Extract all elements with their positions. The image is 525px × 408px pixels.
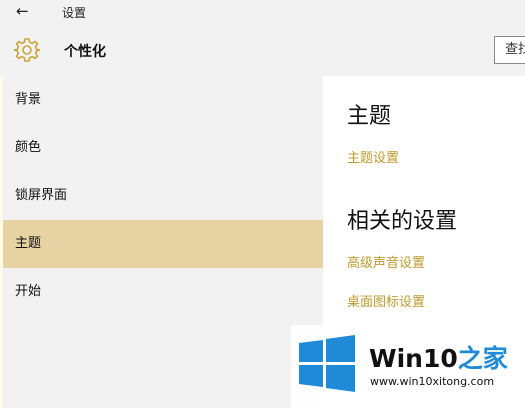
windows-logo-icon: [299, 335, 355, 392]
gear-icon: [13, 38, 41, 62]
advanced-sound-settings-link[interactable]: 高级声音设置: [347, 252, 425, 271]
title-bar: ← 设置: [0, 0, 525, 24]
back-button[interactable]: ←: [16, 2, 36, 20]
sidebar-item-colors[interactable]: 颜色: [0, 124, 323, 172]
watermark-brand-prefix: Win10: [369, 344, 458, 373]
theme-settings-link[interactable]: 主题设置: [347, 147, 399, 166]
page-title: 个性化: [64, 44, 106, 60]
desktop-icon-settings-link[interactable]: 桌面图标设置: [347, 291, 425, 310]
watermark-brand: Win10之家: [369, 339, 508, 375]
sidebar-item-lock-screen[interactable]: 锁屏界面: [0, 172, 323, 220]
watermark-url: www.win10xitong.com: [370, 375, 495, 388]
page-header: 个性化 查找设置: [0, 24, 525, 76]
sidebar-item-background[interactable]: 背景: [0, 76, 323, 124]
sidebar-item-start[interactable]: 开始: [0, 268, 323, 316]
sidebar-item-themes[interactable]: 主题: [0, 220, 323, 268]
section-title-related-settings: 相关的设置: [347, 209, 458, 234]
sidebar: 背景 颜色 锁屏界面 主题 开始: [0, 76, 323, 408]
sidebar-edge: [0, 76, 3, 408]
section-title-themes: 主题: [347, 104, 392, 129]
back-arrow-icon: ←: [16, 2, 29, 20]
window-title: 设置: [62, 6, 87, 20]
watermark: Win10之家 www.win10xitong.com: [291, 325, 525, 408]
search-input[interactable]: 查找设置: [494, 36, 525, 64]
watermark-brand-suffix: 之家: [457, 344, 508, 373]
